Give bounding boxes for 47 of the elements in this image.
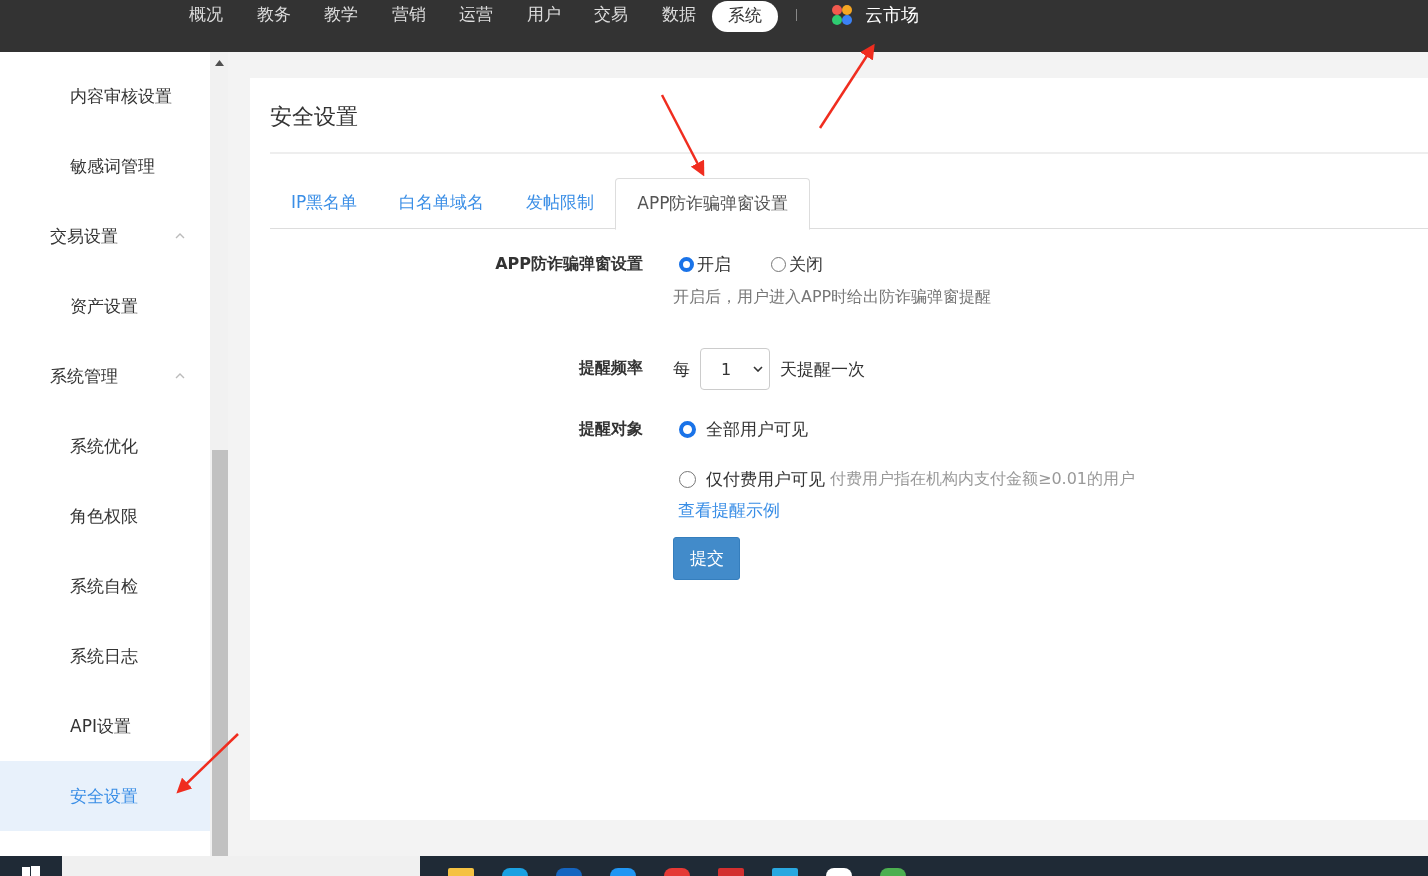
suffix-text: 天提醒一次 (780, 357, 865, 381)
submit-button[interactable]: 提交 (673, 537, 740, 580)
nav-item[interactable]: 交易 (577, 0, 645, 30)
caret-icon (753, 366, 763, 372)
nav-item[interactable]: 教学 (307, 0, 375, 30)
sidebar-item[interactable]: 角色权限 (0, 481, 210, 551)
chevron-icon[interactable] (175, 373, 185, 379)
annotation-arrow (176, 733, 239, 794)
sidebar-item[interactable]: 系统优化 (0, 411, 210, 481)
nav-item[interactable]: 系统 (712, 0, 778, 32)
field-label: 提醒频率 (577, 357, 644, 379)
hint-text: 开启后，用户进入APP时给出防诈骗弹窗提醒 (673, 287, 992, 308)
frequency-select[interactable]: 1 (700, 348, 770, 390)
four-petal-icon (830, 4, 853, 26)
radio-button[interactable] (679, 420, 696, 438)
nav-item[interactable]: 概况 (172, 0, 240, 30)
note-text: 付费用户指在机构内支付金额≥0.01的用户 (830, 468, 1136, 490)
windows-icon[interactable] (22, 864, 40, 876)
sidebar-item[interactable]: 内容审核设置 (0, 61, 210, 131)
sidebar-item[interactable]: 资产设置 (0, 271, 210, 341)
nav-item[interactable]: 营销 (374, 0, 443, 30)
app-icon[interactable] (826, 868, 852, 876)
nav-item[interactable]: 数据 (644, 0, 713, 30)
field-label: 提醒对象 (577, 418, 644, 440)
radio-label: 全部用户可见 (706, 417, 808, 441)
radio-button[interactable] (679, 256, 694, 272)
radio-label: 仅付费用户可见 (706, 467, 825, 491)
scroll-up-icon[interactable] (214, 60, 224, 66)
radio-label: 开启 (697, 252, 731, 276)
sidebar-item[interactable]: 系统日志 (0, 621, 210, 691)
sidebar-item[interactable]: API设置 (0, 691, 210, 761)
sidebar-group[interactable]: 系统管理 (50, 364, 118, 388)
market-link[interactable]: 云市场 (864, 3, 919, 27)
nav-item[interactable]: 用户 (509, 0, 578, 30)
sidebar-item[interactable]: 敏感词管理 (0, 131, 210, 201)
prefix-text: 每 (673, 357, 690, 381)
sidebar-item[interactable]: 系统自检 (0, 551, 210, 621)
page-title: 安全设置 (270, 78, 1428, 154)
tab[interactable]: 发帖限制 (505, 178, 616, 228)
sidebar-group[interactable]: 交易设置 (50, 224, 118, 248)
field-label: APP防诈骗弹窗设置 (494, 253, 644, 275)
chevron-icon[interactable] (175, 233, 185, 239)
tab[interactable]: APP防诈骗弹窗设置 (615, 178, 811, 230)
taskbar-search-field[interactable] (62, 856, 420, 876)
nav-item[interactable]: 运营 (442, 0, 510, 30)
radio-label: 关闭 (789, 252, 823, 276)
nav-item[interactable]: 教务 (239, 0, 308, 30)
